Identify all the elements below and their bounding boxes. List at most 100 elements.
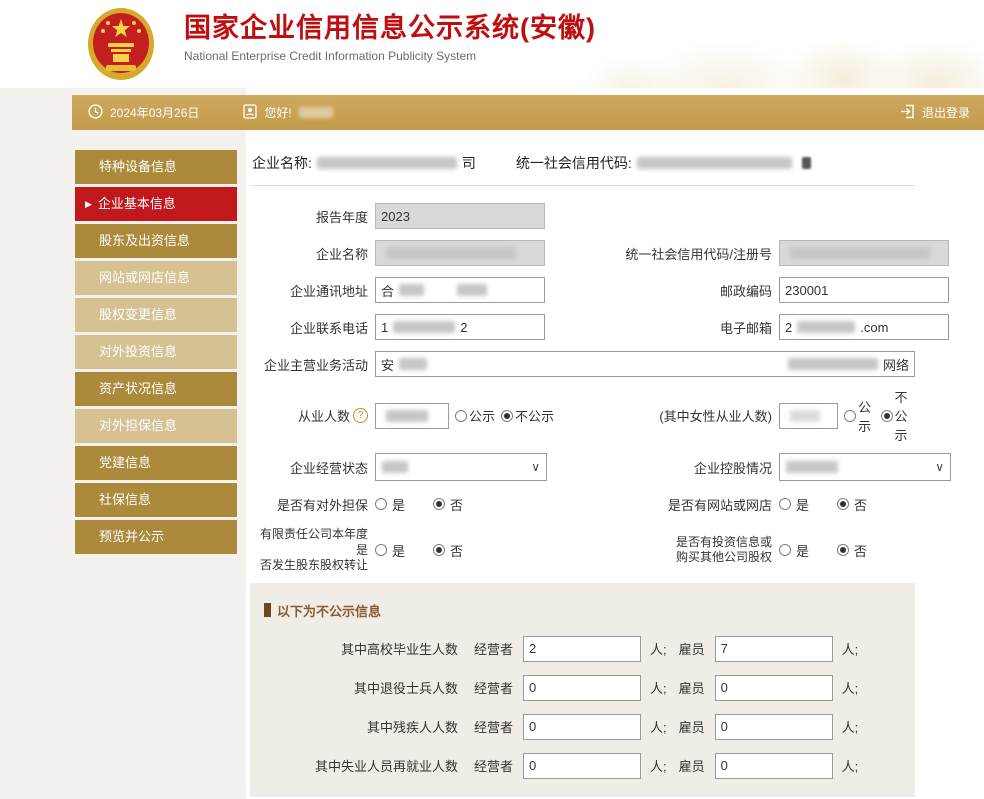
equity-transfer-label: 有限责任公司本年度是 否发生股东股权转让: [250, 527, 368, 574]
phone-field[interactable]: 12: [375, 314, 545, 340]
redacted-username: [299, 107, 333, 118]
investment-no-radio[interactable]: [837, 544, 849, 556]
email-field[interactable]: 2.com: [779, 314, 949, 340]
yes-label: 是: [796, 495, 809, 514]
sidebar-item-basic-info[interactable]: ▶ 企业基本信息: [75, 187, 237, 221]
sidebar-item-assets[interactable]: 资产状况信息: [75, 372, 237, 406]
credit-code-field: [779, 240, 949, 266]
employee-label: 雇员: [679, 678, 705, 697]
holding-status-label: 企业控股情况: [622, 458, 772, 477]
active-arrow-icon: ▶: [85, 199, 92, 209]
logout-button[interactable]: 退出登录: [900, 104, 970, 122]
top-bar: 2024年03月26日 您好! 退出登录: [72, 95, 984, 130]
date-group: 2024年03月26日: [88, 104, 199, 122]
employees-public-label: 公示: [469, 406, 495, 425]
greeting-text: 您好!: [264, 104, 291, 121]
guarantee-yes-radio[interactable]: [375, 498, 387, 510]
female-public-label: 公示: [858, 397, 874, 435]
guarantee-label: 是否有对外担保: [250, 495, 368, 514]
sidebar-item-party-building[interactable]: 党建信息: [75, 446, 237, 480]
disabled-employee-field[interactable]: [715, 714, 833, 740]
investment-label: 是否有投资信息或 购买其他公司股权: [622, 535, 772, 566]
sidebar-item-special-equipment[interactable]: 特种设备信息: [75, 150, 237, 184]
address-label: 企业通讯地址: [250, 281, 368, 300]
main-business-label: 企业主营业务活动: [250, 355, 368, 374]
reemployed-operator-field[interactable]: [523, 753, 641, 779]
graduates-employee-field[interactable]: [715, 636, 833, 662]
sidebar-item-guarantee[interactable]: 对外担保信息: [75, 409, 237, 443]
yes-label: 是: [796, 541, 809, 560]
sidebar-item-equity-change[interactable]: 股权变更信息: [75, 298, 237, 332]
holding-status-select[interactable]: ∨: [779, 453, 951, 481]
business-status-select[interactable]: ∨: [375, 453, 547, 481]
redacted-credit-code: [637, 157, 792, 169]
website-no-radio[interactable]: [837, 498, 849, 510]
user-card-icon: [243, 104, 257, 122]
female-employees-field[interactable]: [779, 403, 838, 429]
operator-label: 经营者: [474, 717, 513, 736]
address-field[interactable]: 合: [375, 277, 545, 303]
phone-label: 企业联系电话: [250, 318, 368, 337]
website-yes-radio[interactable]: [779, 498, 791, 510]
redacted-credit-code-end: [802, 157, 811, 169]
main-business-field[interactable]: 安 网络: [375, 351, 915, 377]
sidebar-item-social-security[interactable]: 社保信息: [75, 483, 237, 517]
row-graduates: 其中高校毕业生人数 经营者 人; 雇员 人;: [258, 636, 905, 662]
sidebar-item-website[interactable]: 网站或网店信息: [75, 261, 237, 295]
veterans-operator-field[interactable]: [523, 675, 641, 701]
unit-label: 人;: [842, 639, 859, 658]
equity-transfer-yes-radio[interactable]: [375, 544, 387, 556]
page-title: 国家企业信用信息公示系统(安徽): [184, 12, 596, 44]
employees-public-radio[interactable]: [455, 410, 467, 422]
section-title: 以下为不公示信息: [277, 601, 381, 620]
row-report-year: 报告年度 2023: [250, 202, 915, 230]
employees-private-label: 不公示: [515, 406, 554, 425]
sidebar-item-preview-publish[interactable]: 预览并公示: [75, 520, 237, 554]
redacted-company-name: [317, 157, 457, 169]
row-address-postcode: 企业通讯地址 合 邮政编码: [250, 276, 915, 304]
no-label: 否: [854, 541, 867, 560]
disabled-operator-field[interactable]: [523, 714, 641, 740]
credit-code-label: 统一社会信用代码:: [516, 153, 632, 173]
graduates-operator-field[interactable]: [523, 636, 641, 662]
sidebar-item-label: 企业基本信息: [98, 196, 176, 211]
guarantee-no-radio[interactable]: [433, 498, 445, 510]
unit-label: 人;: [650, 678, 667, 697]
unit-label: 人;: [842, 756, 859, 775]
company-name-label: 企业名称:: [252, 153, 312, 173]
row-main-business: 企业主营业务活动 安 网络: [250, 350, 915, 378]
disabled-persons-label: 其中残疾人人数: [258, 717, 458, 736]
row-veterans: 其中退役士兵人数 经营者 人; 雇员 人;: [258, 675, 905, 701]
title-block: 国家企业信用信息公示系统(安徽) National Enterprise Cre…: [184, 12, 596, 63]
help-icon[interactable]: ?: [353, 408, 368, 423]
unit-label: 人;: [650, 639, 667, 658]
employees-label-wrap: 从业人数 ?: [250, 406, 368, 425]
female-employees-label: (其中女性从业人数): [622, 406, 772, 425]
row-status-selects: 企业经营状态 ∨ 企业控股情况 ∨: [250, 453, 915, 481]
no-label: 否: [854, 495, 867, 514]
postcode-field[interactable]: [779, 277, 949, 303]
veterans-label: 其中退役士兵人数: [258, 678, 458, 697]
yes-label: 是: [392, 495, 405, 514]
section-title-wrap: 以下为不公示信息: [264, 601, 905, 620]
female-private-radio[interactable]: [881, 410, 893, 422]
employees-private-radio[interactable]: [501, 410, 513, 422]
investment-yes-radio[interactable]: [779, 544, 791, 556]
unit-label: 人;: [650, 717, 667, 736]
report-year-field: 2023: [375, 203, 545, 229]
company-name-field-label: 企业名称: [250, 244, 368, 263]
employees-field[interactable]: [375, 403, 449, 429]
female-public-radio[interactable]: [844, 410, 856, 422]
logout-label: 退出登录: [922, 104, 970, 121]
sidebar-item-investment[interactable]: 对外投资信息: [75, 335, 237, 369]
reemployed-employee-field[interactable]: [715, 753, 833, 779]
chevron-down-icon: ∨: [935, 460, 944, 474]
row-guarantee-website: 是否有对外担保 是 否 是否有网站或网店 是 否: [250, 490, 915, 518]
sidebar-item-shareholders[interactable]: 股东及出资信息: [75, 224, 237, 258]
page: 国家企业信用信息公示系统(安徽) National Enterprise Cre…: [0, 0, 984, 799]
row-company-code: 企业名称 统一社会信用代码/注册号: [250, 239, 915, 267]
veterans-employee-field[interactable]: [715, 675, 833, 701]
yes-label: 是: [392, 541, 405, 560]
equity-transfer-no-radio[interactable]: [433, 544, 445, 556]
reemployed-label: 其中失业人员再就业人数: [258, 756, 458, 775]
